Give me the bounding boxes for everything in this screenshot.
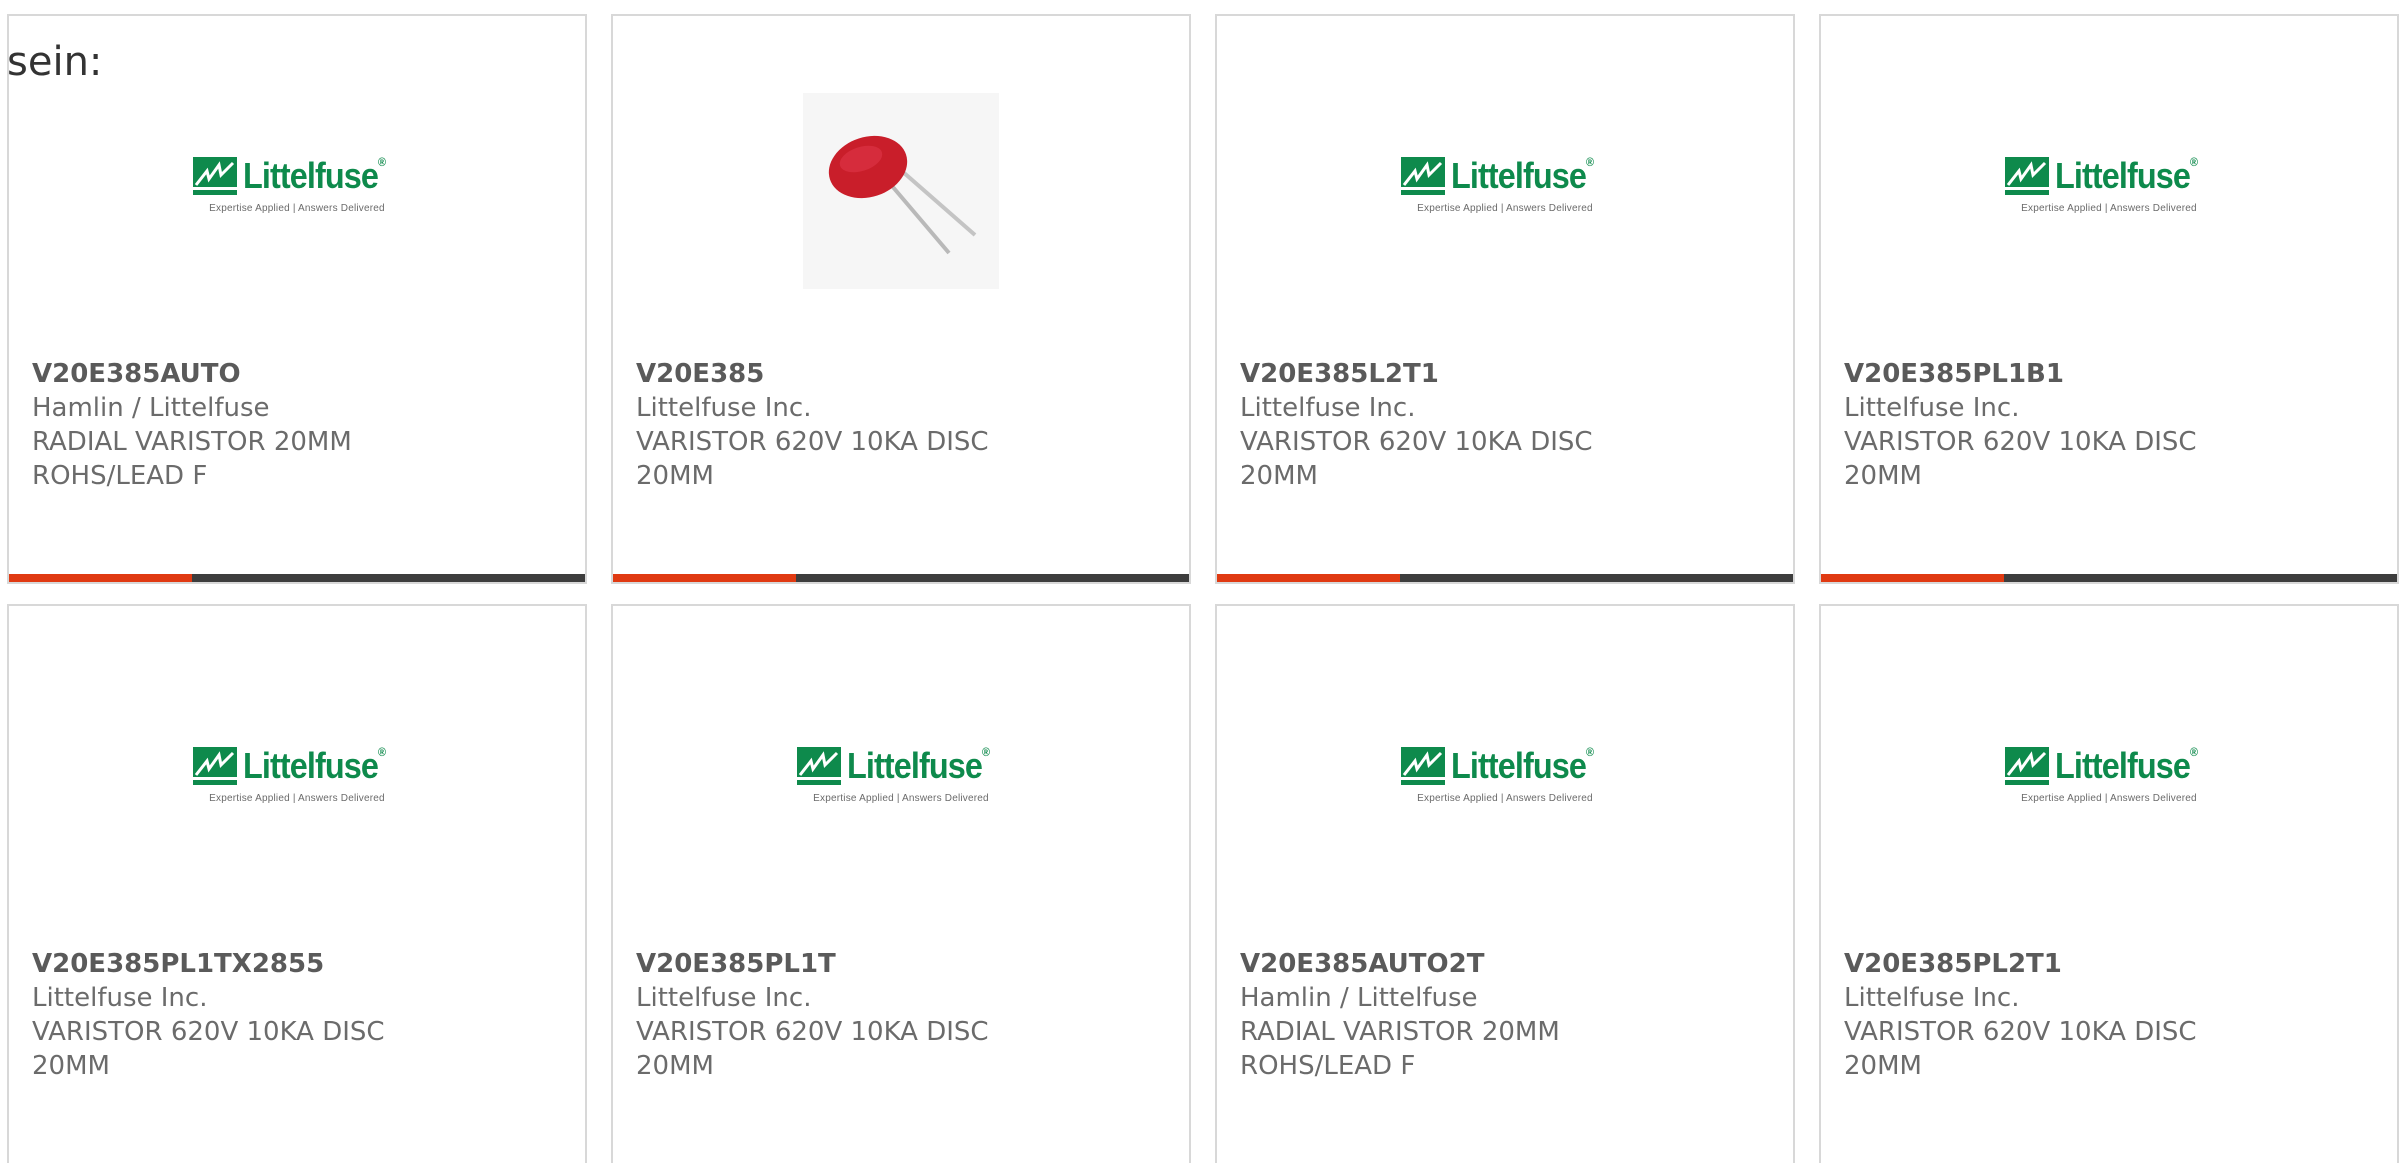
logo-registered: ®: [2190, 154, 2198, 169]
logo-registered: ®: [378, 154, 386, 169]
product-image[interactable]: Littelfuse® Expertise Applied | Answers …: [1821, 86, 2397, 296]
description: RADIAL VARISTOR 20MM ROHS/LEAD F: [1240, 1017, 1560, 1081]
littelfuse-logo: Littelfuse® Expertise Applied | Answers …: [1401, 155, 1609, 214]
product-grid-page: sein: Littelfuse® Expertise Applied | An…: [0, 0, 2400, 1163]
description: VARISTOR 620V 10KA DISC 20MM: [636, 427, 989, 491]
logo-name: Littelfuse: [2055, 744, 2191, 786]
part-number[interactable]: V20E385AUTO2T: [1240, 947, 1773, 981]
description: VARISTOR 620V 10KA DISC 20MM: [636, 1017, 989, 1081]
manufacturer: Littelfuse Inc.: [1844, 983, 2020, 1013]
logo-name: Littelfuse: [243, 744, 379, 786]
card-accent-bar: [1821, 574, 2004, 582]
product-card[interactable]: Littelfuse® Expertise Applied | Answers …: [1215, 14, 1795, 584]
product-card[interactable]: Littelfuse® Expertise Applied | Answers …: [611, 604, 1191, 1163]
card-footer-bar: [1821, 574, 2397, 582]
littelfuse-logo: Littelfuse® Expertise Applied | Answers …: [797, 745, 1005, 804]
logo-tagline: Expertise Applied | Answers Delivered: [1417, 792, 1593, 804]
logo-registered: ®: [982, 744, 990, 759]
product-image[interactable]: Littelfuse® Expertise Applied | Answers …: [1821, 676, 2397, 886]
manufacturer: Littelfuse Inc.: [636, 983, 812, 1013]
logo-tagline: Expertise Applied | Answers Delivered: [209, 792, 385, 804]
manufacturer: Littelfuse Inc.: [32, 983, 208, 1013]
card-accent-bar: [1217, 574, 1400, 582]
logo-registered: ®: [2190, 744, 2198, 759]
part-number[interactable]: V20E385: [636, 357, 1169, 391]
card-footer-bar: [1217, 574, 1793, 582]
product-image[interactable]: [613, 86, 1189, 296]
logo-name: Littelfuse: [243, 154, 379, 196]
littelfuse-logo: Littelfuse® Expertise Applied | Answers …: [193, 745, 401, 804]
logo-name: Littelfuse: [1451, 154, 1587, 196]
littelfuse-mark-icon: [797, 746, 842, 785]
littelfuse-logo: Littelfuse® Expertise Applied | Answers …: [2005, 745, 2213, 804]
product-card[interactable]: Littelfuse® Expertise Applied | Answers …: [1215, 604, 1795, 1163]
littelfuse-mark-icon: [2005, 156, 2050, 195]
product-card[interactable]: Littelfuse® Expertise Applied | Answers …: [1819, 604, 2399, 1163]
product-card[interactable]: Littelfuse® Expertise Applied | Answers …: [1819, 14, 2399, 584]
description: VARISTOR 620V 10KA DISC 20MM: [1844, 1017, 2197, 1081]
logo-tagline: Expertise Applied | Answers Delivered: [2021, 202, 2197, 214]
littelfuse-logo: Littelfuse® Expertise Applied | Answers …: [1401, 745, 1609, 804]
logo-tagline: Expertise Applied | Answers Delivered: [813, 792, 989, 804]
part-number[interactable]: V20E385L2T1: [1240, 357, 1773, 391]
part-number[interactable]: V20E385AUTO: [32, 357, 565, 391]
logo-registered: ®: [1586, 744, 1594, 759]
littelfuse-logo: Littelfuse® Expertise Applied | Answers …: [193, 155, 401, 214]
intro-text: sein:: [7, 39, 103, 85]
logo-registered: ®: [378, 744, 386, 759]
varistor-photo: [803, 93, 999, 289]
logo-tagline: Expertise Applied | Answers Delivered: [2021, 792, 2197, 804]
littelfuse-mark-icon: [2005, 746, 2050, 785]
manufacturer: Hamlin / Littelfuse: [32, 393, 270, 423]
product-image[interactable]: Littelfuse® Expertise Applied | Answers …: [1217, 86, 1793, 296]
card-accent-bar: [613, 574, 796, 582]
littelfuse-mark-icon: [193, 156, 238, 195]
product-card[interactable]: V20E385 Littelfuse Inc. VARISTOR 620V 10…: [611, 14, 1191, 584]
part-number[interactable]: V20E385PL1TX2855: [32, 947, 565, 981]
description: VARISTOR 620V 10KA DISC 20MM: [32, 1017, 385, 1081]
logo-registered: ®: [1586, 154, 1594, 169]
manufacturer: Hamlin / Littelfuse: [1240, 983, 1478, 1013]
product-image[interactable]: Littelfuse® Expertise Applied | Answers …: [9, 676, 585, 886]
logo-name: Littelfuse: [847, 744, 983, 786]
manufacturer: Littelfuse Inc.: [1240, 393, 1416, 423]
product-card[interactable]: Littelfuse® Expertise Applied | Answers …: [7, 14, 587, 584]
card-accent-bar: [9, 574, 192, 582]
logo-tagline: Expertise Applied | Answers Delivered: [1417, 202, 1593, 214]
product-image[interactable]: Littelfuse® Expertise Applied | Answers …: [9, 86, 585, 296]
product-image[interactable]: Littelfuse® Expertise Applied | Answers …: [1217, 676, 1793, 886]
description: VARISTOR 620V 10KA DISC 20MM: [1844, 427, 2197, 491]
manufacturer: Littelfuse Inc.: [636, 393, 812, 423]
card-footer-bar: [613, 574, 1189, 582]
card-footer-bar: [9, 574, 585, 582]
littelfuse-mark-icon: [1401, 746, 1446, 785]
product-image[interactable]: Littelfuse® Expertise Applied | Answers …: [613, 676, 1189, 886]
part-number[interactable]: V20E385PL1T: [636, 947, 1169, 981]
littelfuse-mark-icon: [1401, 156, 1446, 195]
littelfuse-mark-icon: [193, 746, 238, 785]
logo-name: Littelfuse: [1451, 744, 1587, 786]
part-number[interactable]: V20E385PL1B1: [1844, 357, 2377, 391]
description: RADIAL VARISTOR 20MM ROHS/LEAD F: [32, 427, 352, 491]
part-number[interactable]: V20E385PL2T1: [1844, 947, 2377, 981]
littelfuse-logo: Littelfuse® Expertise Applied | Answers …: [2005, 155, 2213, 214]
product-card[interactable]: Littelfuse® Expertise Applied | Answers …: [7, 604, 587, 1163]
logo-name: Littelfuse: [2055, 154, 2191, 196]
logo-tagline: Expertise Applied | Answers Delivered: [209, 202, 385, 214]
manufacturer: Littelfuse Inc.: [1844, 393, 2020, 423]
description: VARISTOR 620V 10KA DISC 20MM: [1240, 427, 1593, 491]
